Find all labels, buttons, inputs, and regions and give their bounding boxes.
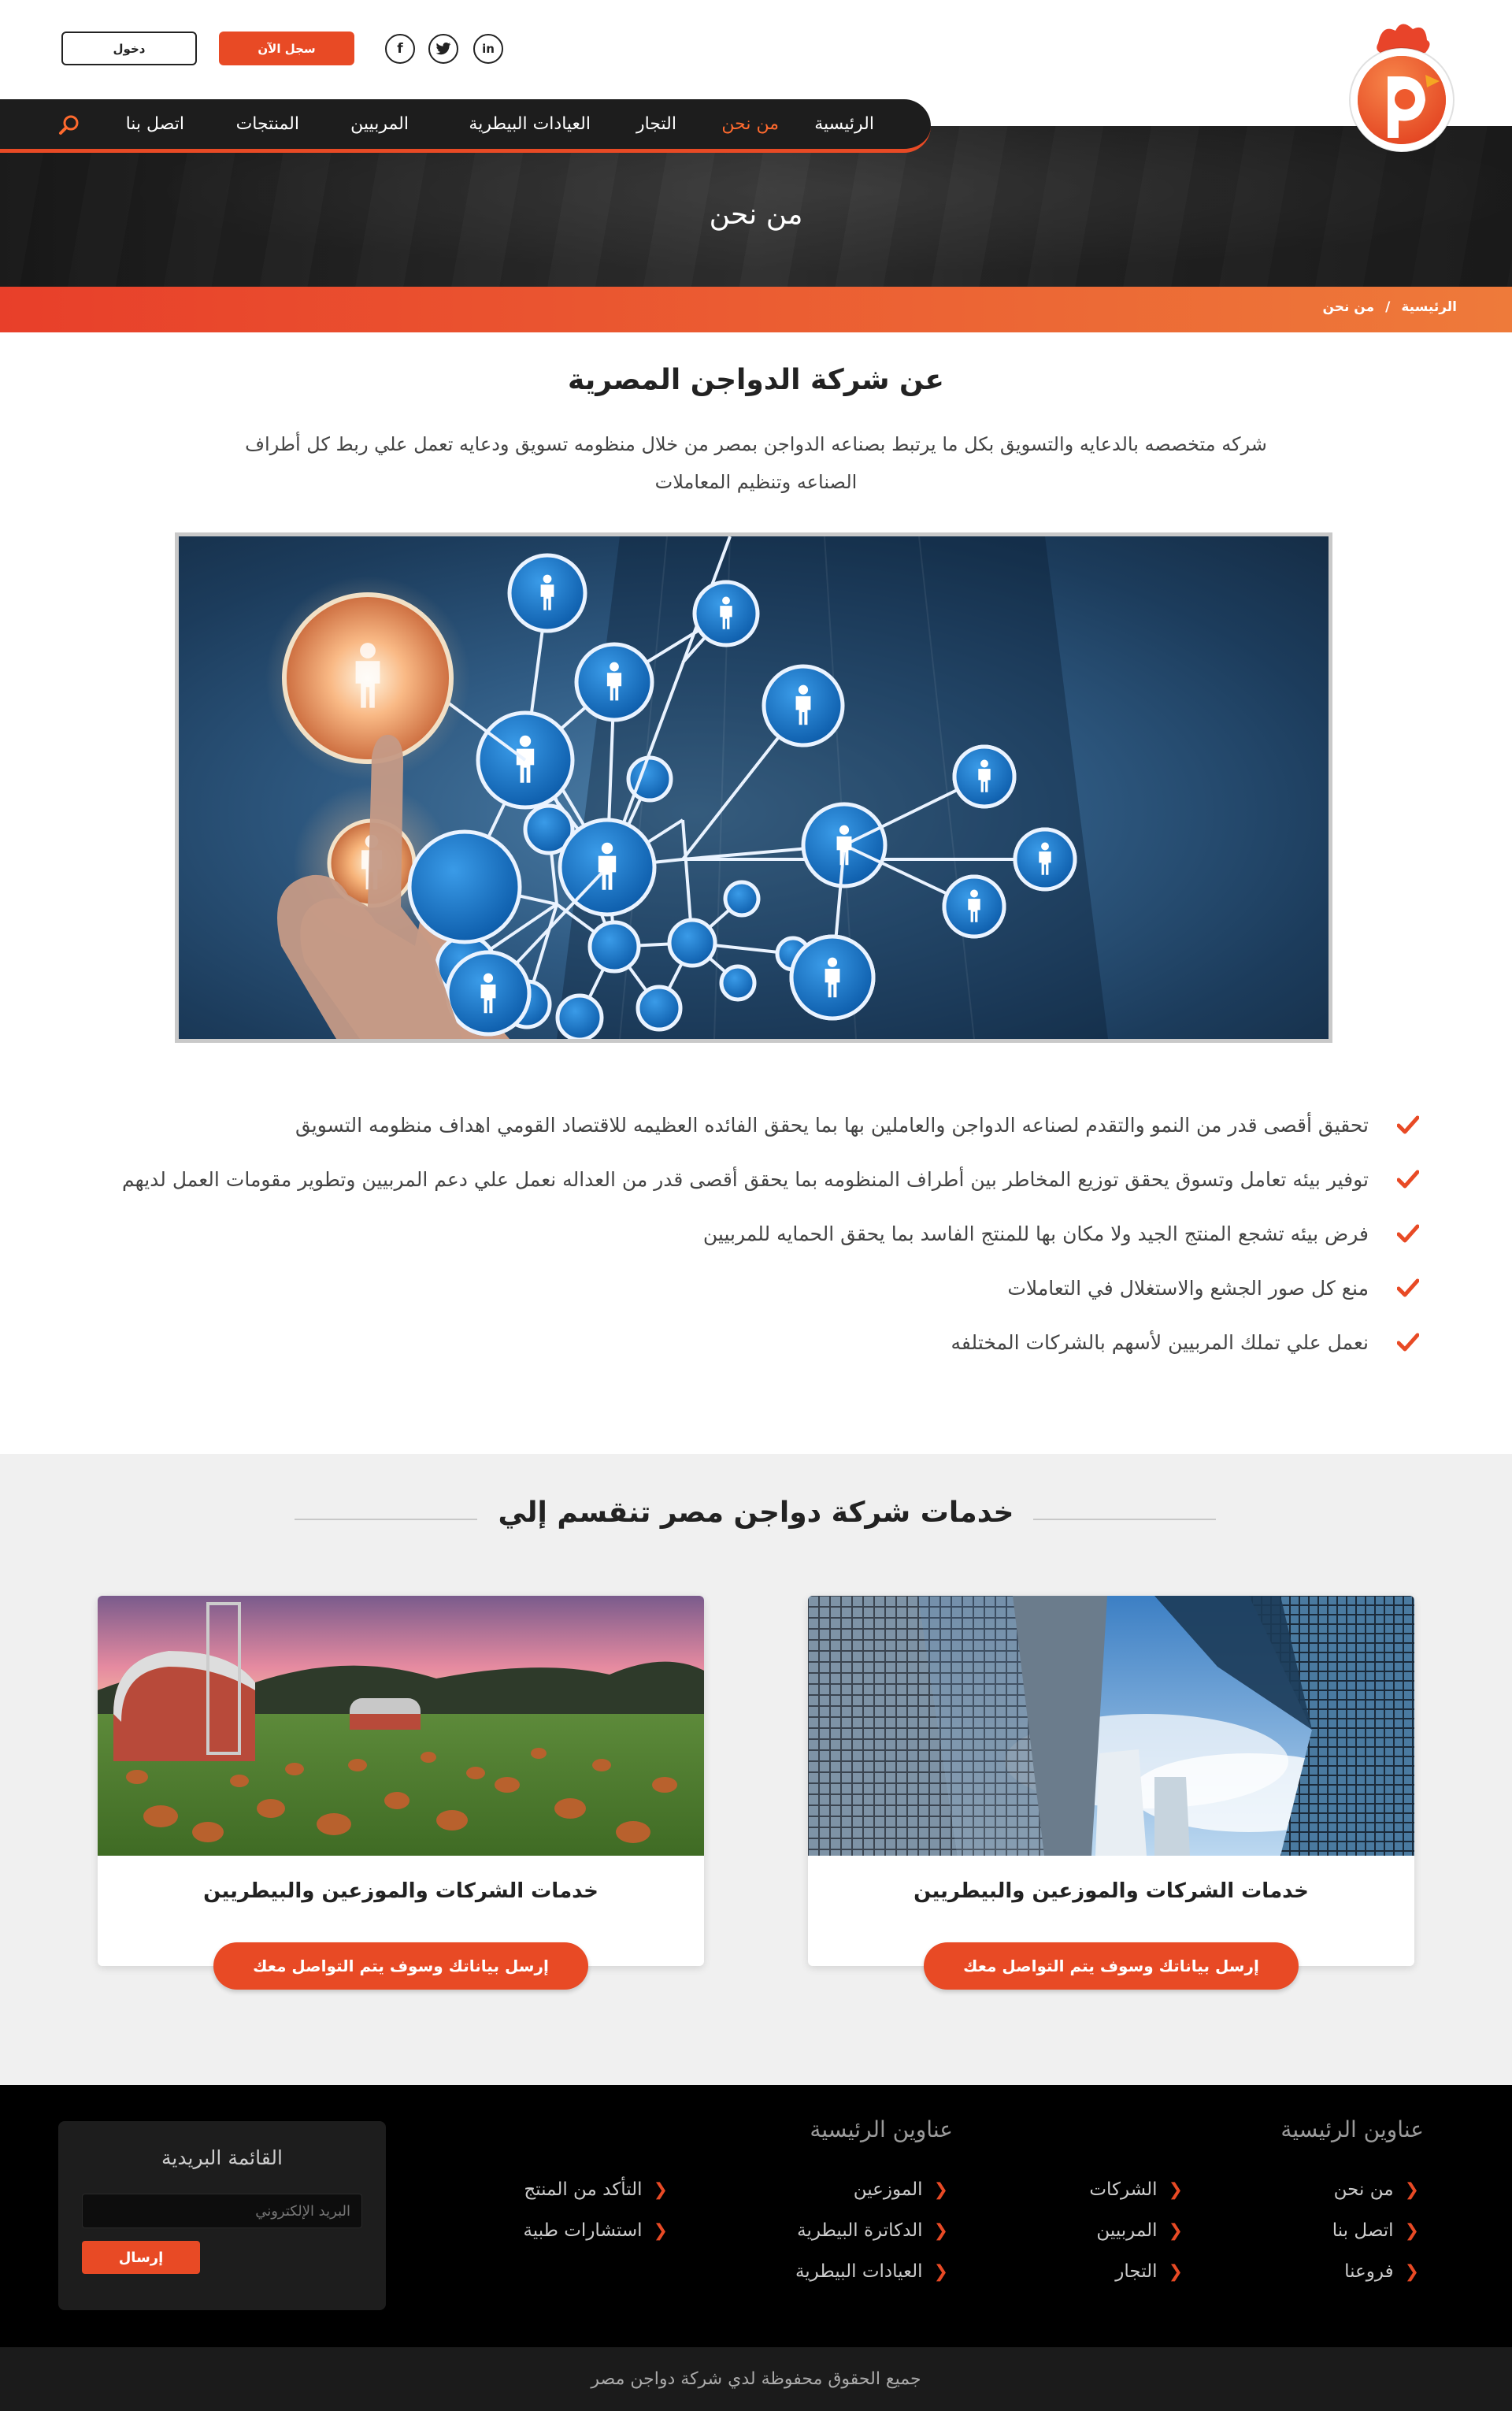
feature-item: فرض بيئه تشجع المنتج الجيد ولا مكان بها … [80, 1219, 1419, 1249]
linkedin-icon[interactable]: in [473, 34, 503, 64]
footer-link[interactable]: ❮ اتصل بنا [1332, 2220, 1419, 2241]
chevron-icon: ❮ [1168, 2220, 1183, 2241]
highlighted-node [265, 576, 527, 1039]
card-title: خدمات الشركات والموزعين والبيطريين [203, 1879, 598, 1903]
check-icon [1397, 1170, 1419, 1189]
footer-link[interactable]: ❮ الموزعين [854, 2179, 948, 2200]
footer-col2-title: عناوين الرئيسية [810, 2116, 953, 2142]
feature-item: توفير بيئه تعامل وتسوق يحقق توزيع المخاط… [80, 1165, 1419, 1195]
check-icon [1397, 1115, 1419, 1134]
services-title: خدمات شركة دواجن مصر تنقسم إلي [498, 1497, 1014, 1529]
services-section: خدمات شركة دواجن مصر تنقسم إلي خدمات الش… [0, 1454, 1512, 2086]
chevron-icon: ❮ [1168, 2261, 1183, 2282]
footer-link[interactable]: ❮ العيادات البيطرية [795, 2261, 948, 2282]
nav-item-about[interactable]: من نحن [721, 99, 779, 149]
footer: عناوين الرئيسية عناوين الرئيسية ❮ من نحن … [0, 2085, 1512, 2348]
feature-text: نعمل علي تملك المربيين لأسهم بالشركات ال… [951, 1331, 1369, 1354]
features-list: تحقيق أقصى قدر من النمو والتقدم لصناعه ا… [80, 1111, 1419, 1382]
nav-item-products[interactable]: المنتجات [236, 99, 299, 149]
breadcrumb-current: من نحن [1322, 299, 1375, 315]
register-button[interactable]: سجل الآن [219, 32, 354, 65]
skyscrapers-illustration [808, 1596, 1414, 1856]
network-image [175, 532, 1332, 1043]
card-title: خدمات الشركات والموزعين والبيطريين [914, 1879, 1309, 1903]
nav-item-traders[interactable]: التجار [636, 99, 676, 149]
logo[interactable] [1347, 20, 1457, 161]
feature-item: منع كل صور الجشع والاستغلال في التعاملات [80, 1274, 1419, 1304]
newsletter-box: القائمة البريدية إرسال [58, 2121, 386, 2310]
footer-link[interactable]: ❮ من نحن [1334, 2179, 1419, 2200]
feature-text: تحقيق أقصى قدر من النمو والتقدم لصناعه ا… [295, 1114, 1369, 1137]
check-icon [1397, 1224, 1419, 1243]
footer-link[interactable]: ❮ استشارات طبية [523, 2220, 668, 2241]
newsletter-email-input[interactable] [82, 2194, 362, 2228]
nav-item-vet-clinics[interactable]: العيادات البيطرية [469, 99, 591, 149]
feature-item: نعمل علي تملك المربيين لأسهم بالشركات ال… [80, 1328, 1419, 1358]
footer-col1-title: عناوين الرئيسية [1280, 2116, 1424, 2142]
farm-illustration [98, 1596, 704, 1856]
check-icon [1397, 1278, 1419, 1297]
chevron-icon: ❮ [653, 2220, 668, 2241]
chevron-icon: ❮ [653, 2179, 668, 2200]
chevron-icon: ❮ [933, 2220, 948, 2241]
footer-link[interactable]: ❮ فروعنا [1344, 2261, 1419, 2282]
breadcrumb-separator: / [1385, 299, 1391, 315]
nav-item-breeders[interactable]: المربيين [350, 99, 409, 149]
breadcrumb-home[interactable]: الرئيسية [1401, 299, 1457, 315]
twitter-icon[interactable] [428, 34, 458, 64]
service-card: خدمات الشركات والموزعين والبيطريين إرسل … [98, 1596, 704, 1990]
footer-link[interactable]: ❮ الشركات [1089, 2179, 1183, 2200]
top-bar: دخول سجل الآن f in [0, 0, 1512, 153]
copyright: جميع الحقوق محفوظة لدي شركة دواجن مصر [0, 2347, 1512, 2411]
chevron-icon: ❮ [933, 2179, 948, 2200]
breadcrumb-bar: الرئيسية / من نحن [0, 287, 1512, 332]
search-icon[interactable] [58, 113, 80, 135]
about-description: شركه متخصصه بالدعايه والتسويق بكل ما يرت… [245, 433, 1267, 493]
service-card: خدمات الشركات والموزعين والبيطريين إرسل … [808, 1596, 1414, 1990]
send-data-button[interactable]: إرسل بياناتك وسوف يتم التواصل معك [924, 1942, 1299, 1990]
buildings-image [808, 1596, 1414, 1856]
nav-item-contact[interactable]: اتصل بنا [126, 99, 184, 149]
newsletter-send-button[interactable]: إرسال [82, 2241, 200, 2274]
chevron-icon: ❮ [1404, 2179, 1419, 2200]
feature-text: توفير بيئه تعامل وتسوق يحقق توزيع المخاط… [122, 1168, 1369, 1191]
about-title: عن شركة الدواجن المصرية [567, 364, 945, 396]
login-button[interactable]: دخول [61, 32, 197, 65]
feature-item: تحقيق أقصى قدر من النمو والتقدم لصناعه ا… [80, 1111, 1419, 1141]
footer-link[interactable]: ❮ التجار [1115, 2261, 1183, 2282]
page-title: من نحن [709, 198, 803, 231]
chevron-icon: ❮ [1404, 2261, 1419, 2282]
feature-text: منع كل صور الجشع والاستغلال في التعاملات [1007, 1277, 1369, 1300]
check-icon [1397, 1333, 1419, 1352]
chevron-icon: ❮ [933, 2261, 948, 2282]
twitter-bird-icon [435, 43, 451, 55]
footer-link[interactable]: ❮ المربيين [1096, 2220, 1183, 2241]
chevron-icon: ❮ [1404, 2220, 1419, 2241]
nav-item-home[interactable]: الرئيسية [814, 99, 874, 149]
chevron-icon: ❮ [1168, 2179, 1183, 2200]
chickens-image [98, 1596, 704, 1856]
feature-text: فرض بيئه تشجع المنتج الجيد ولا مكان بها … [702, 1222, 1369, 1245]
newsletter-title: القائمة البريدية [161, 2146, 283, 2169]
send-data-button[interactable]: إرسل بياناتك وسوف يتم التواصل معك [213, 1942, 588, 1990]
footer-link[interactable]: ❮ الدكاترة البيطرية [797, 2220, 948, 2241]
main-nav: الرئيسية من نحن التجار العيادات البيطرية… [0, 99, 931, 153]
facebook-icon[interactable]: f [385, 34, 415, 64]
breadcrumb: الرئيسية / من نحن [1322, 299, 1457, 315]
footer-link[interactable]: ❮ التأكد من المنتج [524, 2179, 668, 2200]
